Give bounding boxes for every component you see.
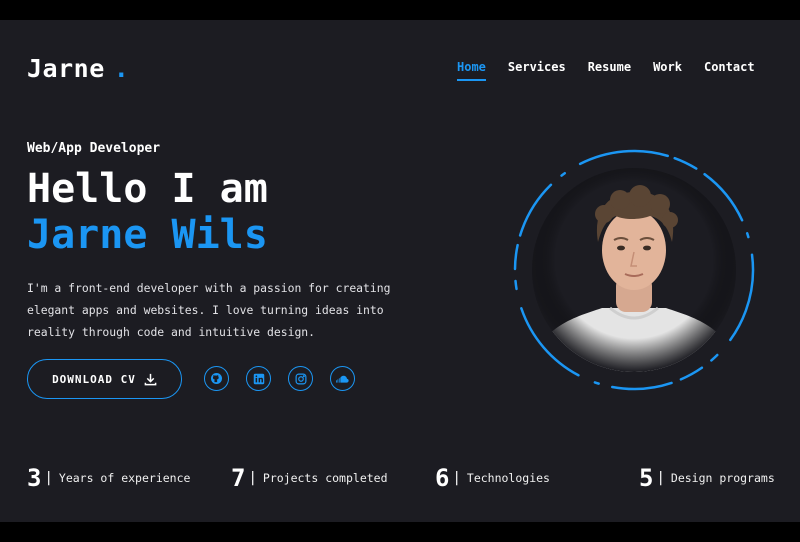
profile-photo [532, 168, 736, 372]
intro-line: elegant apps and websites. I love turnin… [27, 303, 384, 317]
main-nav: Home Services Resume Work Contact [457, 60, 777, 81]
stat-label: Years of experience [58, 471, 191, 485]
github-icon [210, 372, 223, 385]
github-link[interactable] [204, 366, 229, 391]
stat-label: Projects completed [262, 471, 388, 485]
stat-divider: | [248, 470, 257, 486]
stat-item: 5 | Design programs [639, 464, 775, 492]
nav-contact[interactable]: Contact [704, 60, 755, 78]
stat-number: 3 [27, 464, 42, 492]
stat-number: 6 [435, 464, 450, 492]
nav-services[interactable]: Services [508, 60, 566, 78]
download-cv-button[interactable]: DOWNLOAD CV [27, 359, 182, 399]
intro-text: I'm a front-end developer with a passion… [27, 277, 407, 343]
stats-row: 3 | Years of experience 7 | Projects com… [0, 464, 800, 494]
download-cv-label: DOWNLOAD CV [52, 372, 136, 386]
stat-item: 3 | Years of experience [27, 464, 190, 492]
instagram-link[interactable] [288, 366, 313, 391]
nav-resume[interactable]: Resume [588, 60, 631, 78]
stat-number: 7 [231, 464, 246, 492]
role-title: Web/App Developer [27, 141, 161, 156]
stat-label: Technologies [466, 471, 550, 485]
logo[interactable]: Jarne. [27, 54, 129, 83]
nav-work[interactable]: Work [653, 60, 682, 78]
download-icon [144, 373, 157, 385]
social-links [204, 366, 355, 391]
hero-greeting: Hello I am [27, 166, 268, 212]
hero-name: Jarne Wils [27, 212, 268, 258]
soundcloud-link[interactable] [330, 366, 355, 391]
linkedin-link[interactable] [246, 366, 271, 391]
intro-line: reality through code and intuitive desig… [27, 325, 316, 339]
instagram-icon [295, 373, 306, 384]
stat-label: Design programs [670, 471, 775, 485]
linkedin-icon [253, 373, 264, 384]
profile-photo-frame [510, 146, 758, 394]
stat-divider: | [656, 470, 665, 486]
logo-text: Jarne [27, 54, 105, 83]
logo-dot: . [113, 54, 130, 83]
stat-item: 7 | Projects completed [231, 464, 388, 492]
stat-item: 6 | Technologies [435, 464, 550, 492]
stat-number: 5 [639, 464, 654, 492]
page: Jarne. Home Services Resume Work Contact… [0, 20, 800, 522]
stat-divider: | [452, 470, 461, 486]
stat-divider: | [44, 470, 53, 486]
soundcloud-icon [336, 375, 349, 383]
intro-line: I'm a front-end developer with a passion… [27, 281, 391, 295]
nav-home[interactable]: Home [457, 60, 486, 81]
